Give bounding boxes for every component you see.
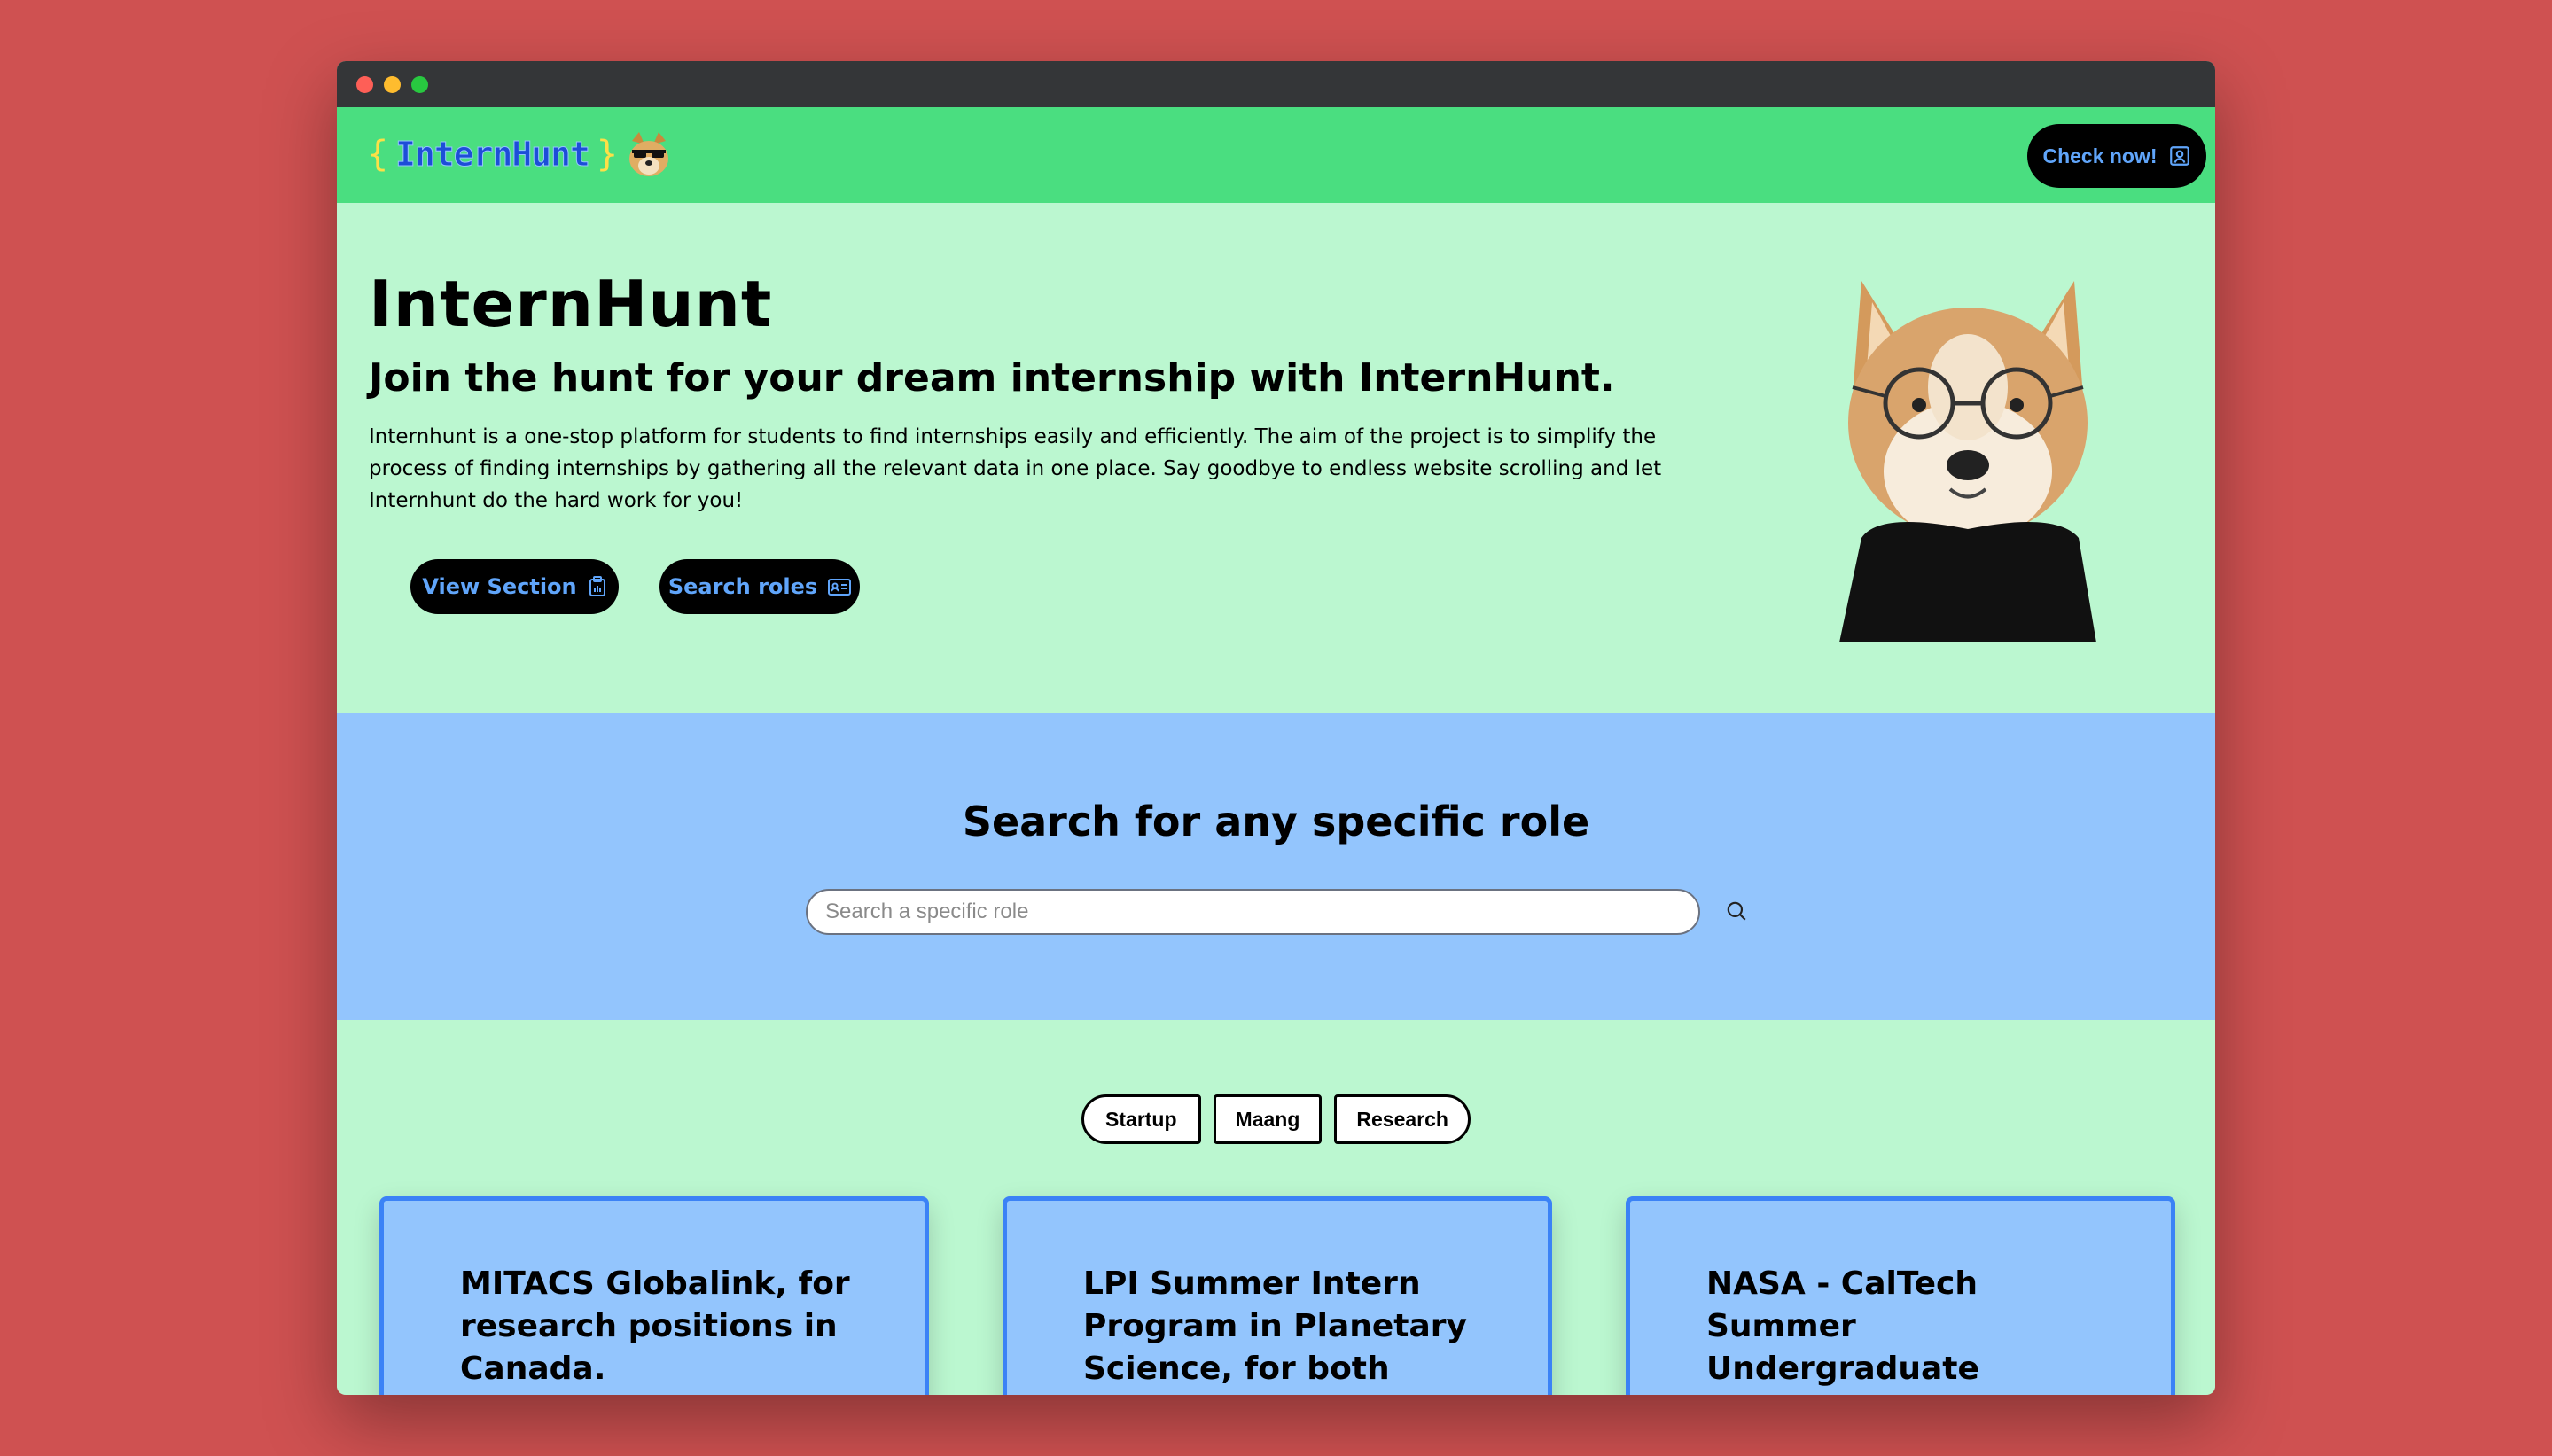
search-title: Search for any specific role [962, 798, 1590, 845]
hero-description: Internhunt is a one-stop platform for st… [369, 425, 1662, 512]
id-card-icon [828, 579, 852, 596]
view-section-label: View Section [422, 574, 577, 599]
filter-maang-button[interactable]: Maang [1213, 1094, 1323, 1144]
internship-card[interactable]: MITACS Globalink, for research positions… [379, 1196, 929, 1395]
clipboard-icon [589, 576, 605, 596]
card-title: MITACS Globalink, for research positions… [460, 1265, 850, 1387]
filter-startup-button[interactable]: Startup [1081, 1094, 1201, 1144]
logo[interactable]: { InternHunt } [367, 130, 673, 178]
hero-section: InternHunt Join the hunt for your dream … [337, 203, 2215, 713]
search-button[interactable] [1721, 896, 1752, 926]
logo-brace-open: { [367, 134, 389, 175]
doge-sunglasses-icon [628, 132, 668, 176]
search-roles-button[interactable]: Search roles [659, 559, 860, 614]
search-section: Search for any specific role [337, 713, 2215, 1020]
search-icon [1727, 901, 1746, 921]
window-titlebar [337, 61, 2215, 107]
user-square-icon [2169, 146, 2189, 166]
internship-card[interactable]: LPI Summer Intern Program in Planetary S… [1003, 1196, 1552, 1395]
filter-group: Startup Maang Research [337, 1094, 2215, 1144]
card-title: NASA - CalTech Summer Undergraduate Rese… [1706, 1265, 2074, 1395]
search-input[interactable] [806, 889, 1700, 935]
filter-research-button[interactable]: Research [1334, 1094, 1471, 1144]
dog-glasses-image [1839, 281, 2096, 642]
card-title: LPI Summer Intern Program in Planetary S… [1083, 1265, 1468, 1395]
hero-subtitle: Join the hunt for your dream internship … [369, 355, 1615, 401]
minimize-window-button[interactable] [384, 75, 401, 93]
logo-brace-close: } [596, 134, 618, 175]
search-roles-label: Search roles [667, 574, 818, 599]
check-now-label: Check now! [2042, 144, 2158, 167]
browser-window: { InternHunt } Check now! InternHunt Joi… [337, 61, 2215, 1395]
view-section-button[interactable]: View Section [410, 559, 619, 614]
close-window-button[interactable] [356, 75, 373, 93]
internship-card[interactable]: NASA - CalTech Summer Undergraduate Rese… [1626, 1196, 2175, 1395]
check-now-button[interactable]: Check now! [2027, 124, 2206, 188]
logo-text: InternHunt [395, 135, 591, 175]
listing-section: Startup Maang Research MITACS Globalink,… [337, 1020, 2215, 1395]
navbar: { InternHunt } Check now! [337, 107, 2215, 203]
hero-title: InternHunt [369, 267, 773, 341]
maximize-window-button[interactable] [411, 75, 428, 93]
